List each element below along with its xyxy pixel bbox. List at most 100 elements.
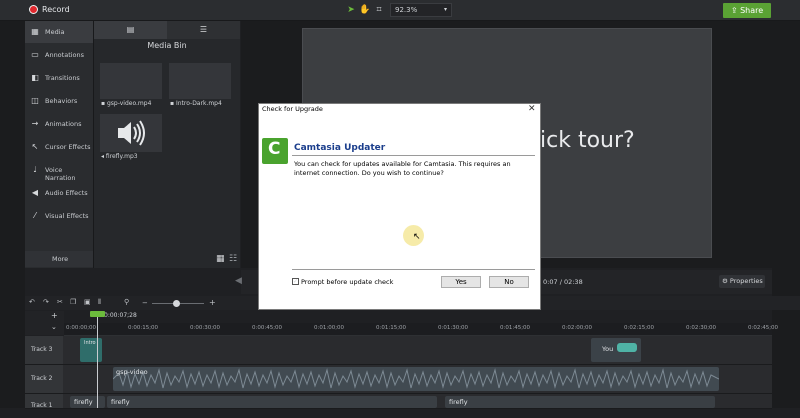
record-icon[interactable] xyxy=(29,5,38,14)
media-label: ▪ Intro-Dark.mp4 xyxy=(170,100,222,107)
sidebar-item-label: Media xyxy=(45,28,65,36)
thumbnail-view-tab[interactable]: ▤ xyxy=(94,21,167,39)
media-thumbnail-intro-dark[interactable] xyxy=(169,63,231,99)
speaker-icon: ◀ xyxy=(31,188,39,197)
playhead-line[interactable] xyxy=(97,311,98,408)
sidebar-item-annotations[interactable]: ▭ Annotations xyxy=(25,44,93,66)
redo-icon[interactable]: ↷ xyxy=(43,298,49,306)
properties-button[interactable]: ⚙ Properties xyxy=(719,275,765,288)
zoom-dropdown[interactable]: 92.3% ▾ xyxy=(390,3,452,17)
track-row: Track 1 firefly firefly firefly xyxy=(25,394,772,409)
zoom-search-icon: ⚲ xyxy=(124,298,130,306)
sidebar-item-label: Audio Effects xyxy=(45,189,88,197)
ruler-tick: 0:02:15;00 xyxy=(624,325,655,331)
dialog-message: You can check for updates available for … xyxy=(294,160,511,177)
film-icon: ▦ xyxy=(31,27,39,36)
camtasia-logo-icon: C xyxy=(262,138,288,164)
timeline-ruler[interactable]: 0:00:00;00 0:00:15;00 0:00:30;00 0:00:45… xyxy=(64,323,778,336)
ruler-tick: 0:01:00;00 xyxy=(314,325,345,331)
record-button[interactable]: Record xyxy=(42,5,70,14)
ruler-tick: 0:00:45;00 xyxy=(252,325,283,331)
sidebar-item-label: Voice Narration xyxy=(45,166,76,182)
dialog-title: Check for Upgrade xyxy=(262,105,323,113)
copy-icon[interactable]: ❐ xyxy=(70,298,76,306)
media-thumbnail-firefly[interactable] xyxy=(100,114,162,152)
yes-button[interactable]: Yes xyxy=(441,276,481,288)
sidebar-item-cursor-effects[interactable]: ↖ Cursor Effects xyxy=(25,136,93,158)
ruler-tick: 0:00:30;00 xyxy=(190,325,221,331)
select-tool-icon[interactable]: ➤ xyxy=(345,4,357,16)
right-margin xyxy=(772,21,800,408)
crop-icon[interactable]: ⌗ xyxy=(373,4,385,16)
grid-view-icon[interactable]: ▦ xyxy=(216,254,226,264)
share-icon: ⇪ xyxy=(730,6,741,15)
sidebar-item-transitions[interactable]: ◧ Transitions xyxy=(25,67,93,89)
sidebar-item-visual-effects[interactable]: ⁄ Visual Effects xyxy=(25,205,93,227)
timeline-clip[interactable]: gsp-video xyxy=(113,367,719,391)
share-button[interactable]: ⇪ Share xyxy=(723,3,771,18)
wand-icon: ⁄ xyxy=(34,211,36,220)
no-button[interactable]: No xyxy=(489,276,529,288)
track-row: Track 3 Intro You xyxy=(25,336,772,365)
clip-label: firefly xyxy=(111,398,130,406)
sidebar-item-label: Animations xyxy=(45,120,82,128)
zoom-out-icon[interactable]: − xyxy=(142,299,148,307)
split-icon[interactable]: ⫴ xyxy=(98,298,101,307)
cut-icon[interactable]: ✂ xyxy=(57,298,63,306)
sidebar-item-media[interactable]: ▦ Media xyxy=(25,21,93,43)
annotation-icon: ▭ xyxy=(31,50,39,59)
media-thumbnail-gsp-video[interactable] xyxy=(100,63,162,99)
ruler-tick: 0:00:15;00 xyxy=(128,325,159,331)
track-label[interactable]: Track 2 xyxy=(25,365,63,393)
transition-icon: ◧ xyxy=(31,73,39,82)
add-track-icon[interactable]: + xyxy=(51,311,58,320)
media-label-text: Intro-Dark.mp4 xyxy=(175,100,222,107)
prompt-checkbox[interactable]: ✓ xyxy=(292,278,299,285)
time-separator: / xyxy=(559,278,562,286)
clip-label: Intro xyxy=(84,340,96,346)
film-strip-icon: ▤ xyxy=(126,25,135,34)
sidebar-item-animations[interactable]: → Animations xyxy=(25,113,93,135)
list-icon: ☰ xyxy=(199,25,208,34)
ruler-tick: 0:02:00;00 xyxy=(562,325,593,331)
track-label[interactable]: Track 1 xyxy=(25,394,63,409)
track-row: Track 2 gsp-video xyxy=(25,365,772,394)
timeline-clip[interactable]: firefly xyxy=(445,396,715,408)
previous-frame-icon[interactable]: ◀ xyxy=(235,276,242,286)
sidebar-item-behaviors[interactable]: ◫ Behaviors xyxy=(25,90,93,112)
ruler-tick: 0:01:45;00 xyxy=(500,325,531,331)
zoom-in-icon[interactable]: + xyxy=(209,298,216,307)
behavior-marker[interactable] xyxy=(617,343,637,352)
more-button[interactable]: More + xyxy=(25,251,104,267)
list-view-tab[interactable]: ☰ xyxy=(167,21,240,39)
sidebar-item-label: Visual Effects xyxy=(45,212,89,220)
pan-hand-icon[interactable]: ✋ xyxy=(359,4,371,16)
timeline-clip[interactable]: firefly xyxy=(107,396,437,408)
audio-waveform xyxy=(113,368,719,389)
paste-icon[interactable]: ▣ xyxy=(84,298,91,306)
zoom-slider-thumb[interactable] xyxy=(173,300,180,307)
track-label[interactable]: Track 3 xyxy=(25,336,63,364)
sidebar-item-label: Cursor Effects xyxy=(45,143,91,151)
timeline-clip[interactable]: Intro xyxy=(80,338,102,362)
sidebar-item-voice-narration[interactable]: ♩ Voice Narration xyxy=(25,159,93,182)
share-label: Share xyxy=(740,6,764,15)
collapse-tracks-icon[interactable]: ⌄ xyxy=(51,323,57,331)
timeline-clip[interactable]: firefly xyxy=(70,396,105,408)
sidebar-item-label: Behaviors xyxy=(45,97,78,105)
canvas-title-text[interactable]: ick tour? xyxy=(540,128,635,153)
prompt-checkbox-label[interactable]: Prompt before update check xyxy=(301,278,393,286)
playhead-time-label: 0:00:07;28 xyxy=(104,312,137,319)
list-view-icon[interactable]: ☷ xyxy=(229,254,239,264)
undo-icon[interactable]: ↶ xyxy=(29,298,35,306)
animation-icon: → xyxy=(31,119,39,128)
sidebar-item-audio-effects[interactable]: ◀ Audio Effects xyxy=(25,182,93,204)
media-label: ◂ firefly.mp3 xyxy=(101,153,138,160)
playhead-handle[interactable] xyxy=(90,311,105,317)
clip-label: firefly xyxy=(449,398,468,406)
time-total: 02:38 xyxy=(563,278,583,286)
ruler-tick: 0:01:15;00 xyxy=(376,325,407,331)
behavior-icon: ◫ xyxy=(31,96,39,105)
tools-sidebar: ▦ Media ▭ Annotations ◧ Transitions ◫ Behavi… xyxy=(25,21,94,268)
close-icon[interactable]: ✕ xyxy=(528,104,536,114)
